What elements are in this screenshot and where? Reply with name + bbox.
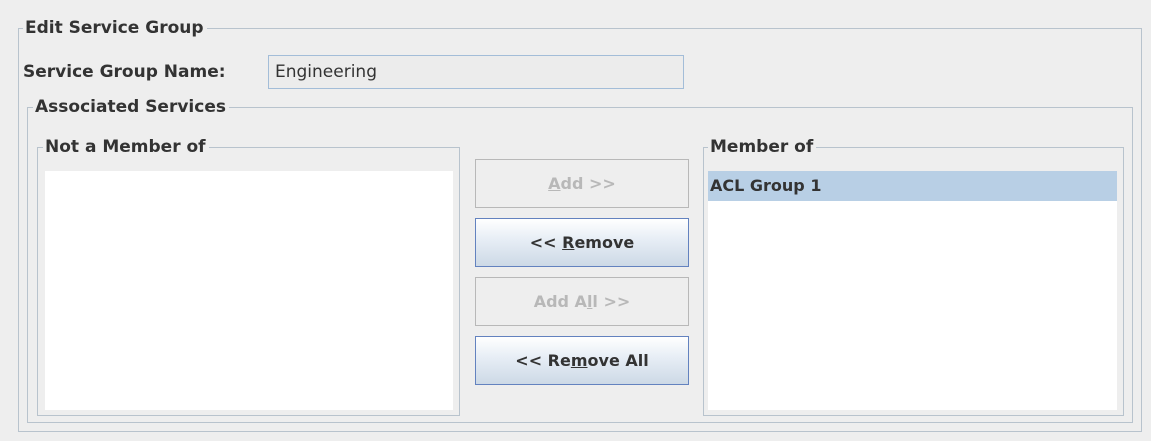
- list-item-acl-group-1[interactable]: ACL Group 1: [708, 171, 1117, 201]
- add-all-button[interactable]: Add All >>: [475, 277, 689, 326]
- remove-label-post: emove: [574, 233, 635, 252]
- remove-all-mnemonic: m: [570, 351, 588, 370]
- remove-all-label-pre: << Re: [515, 351, 571, 370]
- remove-mnemonic: R: [562, 233, 575, 252]
- associated-services-title: Associated Services: [33, 96, 229, 118]
- member-title: Member of: [708, 136, 817, 158]
- add-all-label-post: l >>: [592, 292, 631, 311]
- member-panel: Member of ACL Group 1: [703, 136, 1124, 416]
- add-all-label-pre: Add A: [533, 292, 587, 311]
- not-member-title: Not a Member of: [43, 136, 209, 158]
- add-mnemonic: A: [548, 174, 561, 193]
- remove-all-label-post: ove All: [587, 351, 649, 370]
- service-group-name-input[interactable]: [268, 55, 684, 89]
- remove-all-button[interactable]: << Remove All: [475, 336, 689, 385]
- add-label-post: dd >>: [560, 174, 616, 193]
- service-group-name-label: Service Group Name:: [23, 62, 226, 82]
- edit-service-group-title: Edit Service Group: [23, 17, 207, 39]
- not-member-panel: Not a Member of: [37, 136, 460, 416]
- remove-button[interactable]: << Remove: [475, 218, 689, 267]
- member-list[interactable]: ACL Group 1: [708, 171, 1117, 410]
- not-member-list[interactable]: [45, 171, 453, 410]
- add-button[interactable]: Add >>: [475, 159, 689, 208]
- remove-label-pre: <<: [529, 233, 563, 252]
